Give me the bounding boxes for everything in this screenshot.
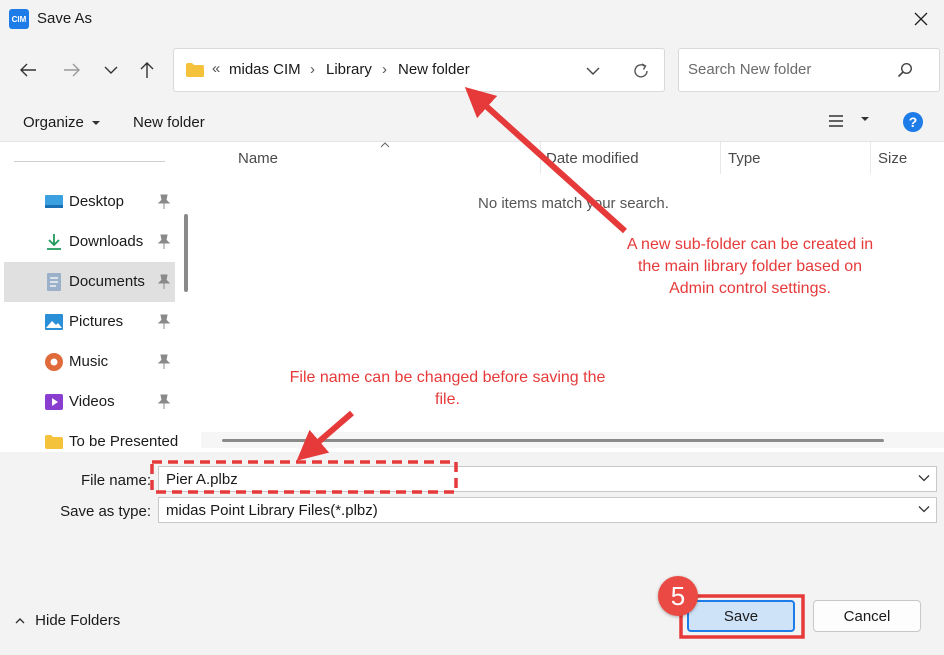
close-button[interactable] (904, 5, 938, 33)
arrow-left-icon (20, 63, 36, 77)
sidebar-item-desktop[interactable]: Desktop (4, 182, 175, 222)
annotation-line: File name can be changed before saving t… (289, 369, 606, 386)
pin-icon[interactable] (157, 314, 171, 330)
column-header-date-modified[interactable]: Date modified (546, 150, 639, 167)
organize-button[interactable]: Organize (23, 114, 101, 131)
chevron-down-icon (104, 66, 118, 74)
column-header-size[interactable]: Size (878, 150, 907, 167)
pin-icon[interactable] (157, 354, 171, 370)
new-folder-button[interactable]: New folder (133, 114, 205, 131)
filename-input[interactable]: Pier A.plbz (158, 466, 937, 492)
sidebar-item-pictures[interactable]: Pictures (4, 302, 175, 342)
list-view-icon (829, 115, 843, 127)
window-title: Save As (37, 10, 93, 27)
column-divider[interactable] (540, 142, 541, 174)
hide-folders-button[interactable]: Hide Folders (15, 612, 120, 629)
sidebar-item-label: Downloads (69, 233, 144, 250)
save-button[interactable]: Save (687, 600, 795, 632)
search-input[interactable] (688, 61, 888, 78)
breadcrumb-new-folder[interactable]: New folder (398, 61, 470, 78)
search-icon[interactable] (897, 62, 913, 78)
address-bar[interactable]: « midas CIM › Library › New folder (173, 48, 665, 92)
folder-icon (186, 63, 204, 77)
save-as-type-select[interactable]: midas Point Library Files(*.plbz) (158, 497, 937, 523)
navigation-pane: Desktop Downloads Documents Pictures Mus… (0, 142, 192, 452)
sidebar-item-label: Pictures (69, 313, 124, 330)
view-options-button[interactable] (828, 114, 870, 132)
sort-ascending-icon (380, 142, 390, 148)
help-icon[interactable]: ? (903, 112, 923, 132)
back-button[interactable] (12, 54, 44, 86)
chevron-down-icon[interactable] (918, 503, 930, 515)
annotation-line: file. (435, 391, 460, 408)
horizontal-scrollbar-thumb[interactable] (222, 439, 884, 442)
save-as-type-label: Save as type: (60, 503, 151, 520)
caret-down-icon (861, 117, 870, 121)
breadcrumb-library[interactable]: Library (326, 61, 372, 78)
sidebar-item-label: Desktop (69, 193, 125, 210)
filename-value: Pier A.plbz (166, 471, 238, 488)
empty-message: No items match your search. (478, 195, 669, 212)
chevron-up-icon (15, 618, 25, 624)
sidebar-item-music[interactable]: Music (4, 342, 175, 382)
pin-icon[interactable] (157, 274, 171, 290)
subfolder-annotation: A new sub-folder can be created in the m… (590, 234, 910, 300)
sidebar-divider (14, 161, 165, 162)
sidebar-item-downloads[interactable]: Downloads (4, 222, 175, 262)
refresh-icon[interactable] (632, 62, 650, 80)
sidebar-item-label: Documents (69, 273, 145, 290)
arrow-up-icon (140, 62, 154, 78)
column-divider[interactable] (870, 142, 871, 174)
app-logo: CIM (9, 9, 29, 29)
breadcrumb-separator-icon: › (310, 61, 315, 78)
forward-button[interactable] (56, 54, 88, 86)
sidebar-item-label: To be Presented (69, 433, 179, 450)
recent-locations-button[interactable] (95, 54, 127, 86)
address-dropdown-icon[interactable] (586, 66, 600, 76)
save-as-type-value: midas Point Library Files(*.plbz) (166, 502, 378, 519)
annotation-line: Admin control settings. (669, 280, 831, 297)
hide-folders-label: Hide Folders (35, 612, 121, 629)
column-header-type[interactable]: Type (728, 150, 761, 167)
filename-label: File name: (80, 472, 151, 489)
cancel-button[interactable]: Cancel (813, 600, 921, 632)
annotation-line: A new sub-folder can be created in (626, 236, 874, 253)
breadcrumb-separator-icon: › (382, 61, 387, 78)
pictures-icon (45, 314, 63, 330)
step-number-badge: 5 (658, 576, 698, 616)
folder-icon (45, 435, 63, 449)
breadcrumb-midas-cim[interactable]: midas CIM (229, 61, 301, 78)
arrow-right-icon (64, 63, 80, 77)
search-box[interactable] (678, 48, 940, 92)
caret-down-icon (92, 121, 101, 126)
sidebar-item-videos[interactable]: Videos (4, 382, 175, 422)
organize-label: Organize (23, 114, 84, 131)
sidebar-scrollbar[interactable] (184, 214, 188, 292)
downloads-icon (47, 234, 61, 250)
sidebar-item-documents[interactable]: Documents (4, 262, 175, 302)
title-bar (0, 0, 944, 38)
column-header-name[interactable]: Name (238, 150, 278, 167)
close-icon (914, 12, 928, 26)
sidebar-item-label: Videos (69, 393, 115, 410)
pin-icon[interactable] (157, 234, 171, 250)
filename-annotation: File name can be changed before saving t… (250, 367, 645, 411)
up-button[interactable] (131, 54, 163, 86)
pin-icon[interactable] (157, 194, 171, 210)
annotation-line: the main library folder based on (637, 258, 863, 275)
desktop-icon (45, 195, 63, 208)
chevron-down-icon[interactable] (918, 472, 930, 484)
column-divider[interactable] (720, 142, 721, 174)
sidebar-item-label: Music (69, 353, 109, 370)
music-icon (45, 353, 63, 371)
pin-icon[interactable] (157, 394, 171, 410)
videos-icon (45, 394, 63, 410)
sidebar-item-to-be-presented[interactable]: To be Presented (4, 422, 179, 452)
breadcrumb-overflow[interactable]: « (212, 60, 220, 77)
documents-icon (47, 273, 61, 291)
